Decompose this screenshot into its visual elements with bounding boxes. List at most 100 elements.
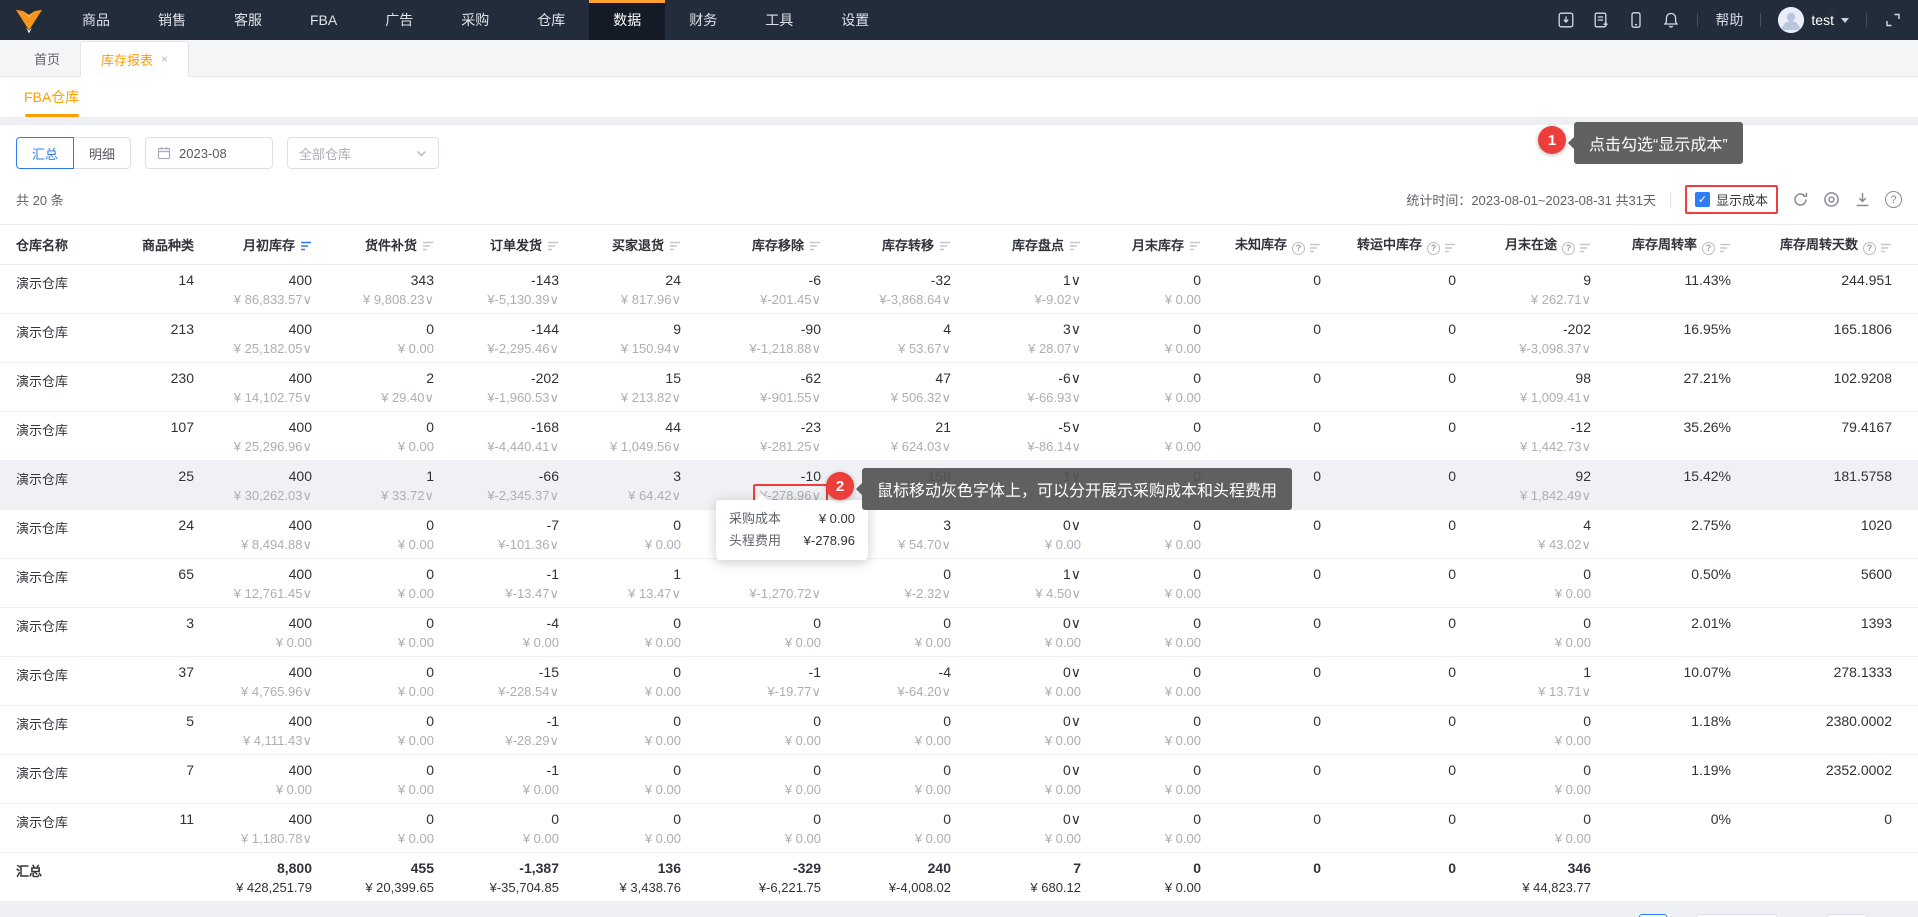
amount-value[interactable]: ¥ 28.07∨	[983, 339, 1081, 358]
nav-item-客服[interactable]: 客服	[210, 0, 286, 40]
amount-value[interactable]: ¥-101.36∨	[466, 535, 559, 554]
amount-value[interactable]: ¥ 13.47∨	[591, 584, 681, 603]
amount-value[interactable]: ¥-19.77∨	[713, 682, 821, 701]
amount-value[interactable]: ¥ 817.96∨	[591, 290, 681, 309]
amount-value[interactable]: ¥ 64.42∨	[591, 486, 681, 505]
quantity-value[interactable]: 1∨	[983, 564, 1081, 584]
quantity-value[interactable]: 0∨	[983, 760, 1081, 780]
subtab-fba-warehouse[interactable]: FBA仓库	[18, 77, 85, 117]
amount-value[interactable]: ¥-1,270.72∨	[713, 584, 821, 603]
nav-item-财务[interactable]: 财务	[665, 0, 741, 40]
amount-value[interactable]: ¥ 14,102.75∨	[226, 388, 312, 407]
show-cost-checkbox[interactable]: ✓ 显示成本	[1684, 185, 1778, 214]
sort-icon[interactable]	[547, 240, 559, 252]
amount-value[interactable]: ¥ 624.03∨	[853, 437, 951, 456]
amount-value[interactable]: ¥-2,345.37∨	[466, 486, 559, 505]
amount-value[interactable]: ¥ 1,009.41∨	[1488, 388, 1591, 407]
amount-value[interactable]: ¥ 1,842.49∨	[1488, 486, 1591, 505]
app-logo[interactable]	[0, 0, 58, 40]
sort-icon[interactable]	[1579, 242, 1591, 254]
nav-item-FBA[interactable]: FBA	[286, 0, 361, 40]
amount-value[interactable]: ¥ 30,262.03∨	[226, 486, 312, 505]
amount-value[interactable]: ¥-86.14∨	[983, 437, 1081, 456]
amount-value[interactable]: ¥ 4,765.96∨	[226, 682, 312, 701]
amount-value[interactable]: ¥ 53.67∨	[853, 339, 951, 358]
amount-value[interactable]: ¥ 150.94∨	[591, 339, 681, 358]
detail-view-button[interactable]: 明细	[73, 137, 132, 169]
nav-item-广告[interactable]: 广告	[361, 0, 437, 40]
help-icon[interactable]: ?	[1562, 241, 1575, 255]
nav-item-工具[interactable]: 工具	[741, 0, 817, 40]
column-settings-icon[interactable]	[1823, 191, 1840, 208]
amount-value[interactable]: ¥ 25,296.96∨	[226, 437, 312, 456]
amount-value[interactable]: ¥ 33.72∨	[344, 486, 434, 505]
sort-icon[interactable]	[1189, 240, 1201, 252]
help-link[interactable]: 帮助	[1715, 10, 1743, 30]
sort-icon[interactable]	[1444, 242, 1456, 254]
amount-value[interactable]: ¥ 4.50∨	[983, 584, 1081, 603]
refresh-icon[interactable]	[1792, 191, 1809, 208]
sort-icon[interactable]	[422, 240, 434, 252]
warehouse-select[interactable]: 全部仓库	[287, 137, 440, 169]
quantity-value[interactable]: -6∨	[983, 368, 1081, 388]
amount-value[interactable]: ¥-1,218.88∨	[713, 339, 821, 358]
amount-value[interactable]: ¥ 1,180.78∨	[226, 829, 312, 848]
quantity-value[interactable]: 0∨	[983, 515, 1081, 535]
feedback-icon[interactable]	[1592, 11, 1610, 29]
amount-value[interactable]: ¥-201.45∨	[713, 290, 821, 309]
help-icon[interactable]: ?	[1702, 241, 1715, 255]
amount-value[interactable]: ¥ 13.71∨	[1488, 682, 1591, 701]
nav-item-数据[interactable]: 数据	[589, 0, 666, 40]
sort-icon[interactable]	[669, 240, 681, 252]
amount-value[interactable]: ¥-228.54∨	[466, 682, 559, 701]
nav-item-商品[interactable]: 商品	[58, 0, 134, 40]
amount-value[interactable]: ¥-3,868.64∨	[853, 290, 951, 309]
amount-value[interactable]: ¥ 29.40∨	[344, 388, 434, 407]
amount-value[interactable]: ¥-3,098.37∨	[1488, 339, 1591, 358]
sort-icon[interactable]	[1309, 242, 1321, 254]
amount-value[interactable]: ¥ 1,049.56∨	[591, 437, 681, 456]
mobile-app-icon[interactable]	[1627, 11, 1645, 29]
amount-value[interactable]: ¥-5,130.39∨	[466, 290, 559, 309]
tab-inventory-report[interactable]: 库存报表 ×	[80, 41, 190, 77]
quantity-value[interactable]: 3∨	[983, 319, 1081, 339]
quantity-value[interactable]: 0∨	[983, 662, 1081, 682]
month-picker[interactable]: 2023-08	[145, 137, 274, 169]
sort-icon[interactable]	[1880, 242, 1892, 254]
amount-value[interactable]: ¥-1,960.53∨	[466, 388, 559, 407]
amount-value[interactable]: ¥-13.47∨	[466, 584, 559, 603]
amount-value[interactable]: ¥ 4,111.43∨	[226, 731, 312, 750]
amount-value[interactable]: ¥ 213.82∨	[591, 388, 681, 407]
quantity-value[interactable]: 0∨	[983, 613, 1081, 633]
sort-icon[interactable]	[300, 240, 312, 252]
sort-icon[interactable]	[1069, 240, 1081, 252]
bell-icon[interactable]	[1662, 11, 1680, 29]
amount-value[interactable]: ¥-2,295.46∨	[466, 339, 559, 358]
amount-value[interactable]: ¥-901.55∨	[713, 388, 821, 407]
help-icon[interactable]: ?	[1292, 241, 1305, 255]
quantity-value[interactable]: 0∨	[983, 711, 1081, 731]
amount-value[interactable]: ¥-4,440.41∨	[466, 437, 559, 456]
download-icon[interactable]	[1854, 191, 1871, 208]
user-menu[interactable]: test	[1778, 7, 1849, 33]
amount-value[interactable]: ¥ 262.71∨	[1488, 290, 1591, 309]
checkbox-checked-icon[interactable]: ✓	[1694, 192, 1710, 207]
amount-value[interactable]: ¥ 9,808.23∨	[344, 290, 434, 309]
nav-item-销售[interactable]: 销售	[134, 0, 210, 40]
close-icon[interactable]: ×	[161, 53, 168, 65]
amount-value[interactable]: ¥-66.93∨	[983, 388, 1081, 407]
sort-icon[interactable]	[939, 240, 951, 252]
nav-item-采购[interactable]: 采购	[437, 0, 513, 40]
sort-icon[interactable]	[809, 240, 821, 252]
amount-value[interactable]: ¥ 25,182.05∨	[226, 339, 312, 358]
quantity-value[interactable]: 1∨	[983, 270, 1081, 290]
help-icon[interactable]: ?	[1885, 191, 1902, 208]
amount-value[interactable]: ¥-9.02∨	[983, 290, 1081, 309]
nav-item-仓库[interactable]: 仓库	[513, 0, 589, 40]
quantity-value[interactable]: 0∨	[983, 809, 1081, 829]
nav-item-设置[interactable]: 设置	[817, 0, 893, 40]
amount-value[interactable]: ¥ 86,833.57∨	[226, 290, 312, 309]
summary-view-button[interactable]: 汇总	[16, 137, 75, 169]
help-icon[interactable]: ?	[1863, 241, 1876, 255]
amount-value[interactable]: ¥ 8,494.88∨	[226, 535, 312, 554]
